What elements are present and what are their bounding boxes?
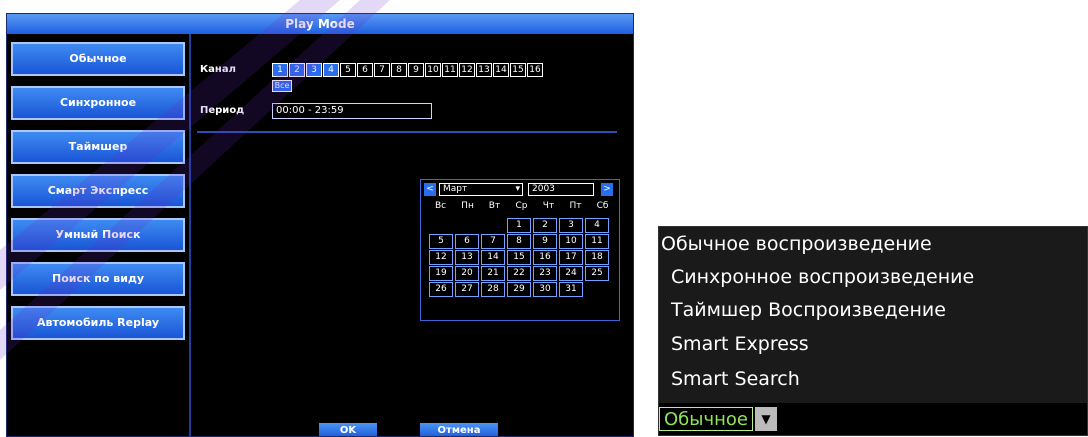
calendar-day[interactable]: 12 (429, 250, 453, 265)
channel-checkbox[interactable]: 1 (272, 63, 288, 77)
calendar-day[interactable]: 16 (533, 250, 557, 265)
weekday-header: Вс Пн Вт Ср Чт Пт Сб (427, 201, 617, 211)
play-mode-window: Play Mode Обычное Синхронное Таймшер Сма… (6, 13, 634, 437)
calendar-day[interactable]: 21 (481, 266, 505, 281)
play-mode-sidebar: Обычное Синхронное Таймшер Смарт Экспрес… (7, 34, 191, 436)
calendar-day[interactable]: 31 (559, 282, 583, 297)
channel-label: Канал (200, 64, 236, 75)
calendar-day[interactable]: 6 (455, 234, 479, 249)
calendar-day[interactable]: 17 (559, 250, 583, 265)
calendar-day[interactable]: 13 (455, 250, 479, 265)
calendar-day[interactable]: 4 (585, 218, 609, 233)
period-label: Период (200, 105, 245, 116)
calendar-day[interactable]: 11 (585, 234, 609, 249)
calendar-day[interactable]: 1 (507, 218, 531, 233)
weekday-label: Пт (569, 201, 582, 211)
channel-checkbox[interactable]: 15 (510, 63, 526, 77)
channel-checkbox[interactable]: 12 (459, 63, 475, 77)
year-input[interactable]: 2003 (528, 183, 594, 196)
month-select[interactable]: Март ▾ (439, 183, 523, 196)
prev-month-button[interactable]: < (424, 183, 436, 196)
sidebar-item-car-replay[interactable]: Автомобиль Replay (11, 306, 185, 340)
weekday-label: Вт (488, 201, 501, 211)
sidebar-item-normal[interactable]: Обычное (11, 42, 185, 76)
calendar-day[interactable]: 20 (455, 266, 479, 281)
calendar-day[interactable]: 5 (429, 234, 453, 249)
date-calendar: < Март ▾ 2003 > Вс Пн Вт Ср Чт Пт Сб 1234… (420, 179, 620, 321)
weekday-label: Сб (596, 201, 609, 211)
calendar-day[interactable]: 28 (481, 282, 505, 297)
chevron-down-icon[interactable]: ▼ (754, 407, 777, 431)
channel-checkbox[interactable]: 3 (306, 63, 322, 77)
window-title: Play Mode (7, 14, 633, 34)
channel-checkbox[interactable]: 8 (391, 63, 407, 77)
channel-checkbox[interactable]: 14 (493, 63, 509, 77)
calendar-day[interactable]: 25 (585, 266, 609, 281)
sidebar-item-timeshare[interactable]: Таймшер (11, 130, 185, 164)
channel-checkbox[interactable]: 6 (357, 63, 373, 77)
weekday-label: Чт (542, 201, 555, 211)
calendar-day[interactable]: 23 (533, 266, 557, 281)
calendar-day[interactable]: 7 (481, 234, 505, 249)
selected-value: Обычное (659, 407, 753, 431)
dropdown-option[interactable]: Smart Search (659, 364, 1087, 394)
weekday-label: Пн (461, 201, 474, 211)
calendar-days: 1 2 3 4 5 6 7 8 9 10 11 12 13 14 15 16 17 18 19 20 21 22 23 24 2… (429, 218, 617, 297)
dropdown-options: Обычное воспроизведение Синхронное воспр… (659, 227, 1087, 403)
calendar-day[interactable]: 3 (559, 218, 583, 233)
calendar-empty-cell (455, 218, 479, 233)
ok-button[interactable]: OK (319, 423, 377, 436)
channel-checkbox[interactable]: 5 (340, 63, 356, 77)
calendar-day[interactable]: 29 (507, 282, 531, 297)
channel-selector: 1 2 3 4 5 6 7 8 9 10 11 12 13 14 15 16 (272, 63, 543, 79)
calendar-empty-cell (429, 218, 453, 233)
channel-checkbox[interactable]: 4 (323, 63, 339, 77)
dropdown-option[interactable]: Обычное воспроизведение (659, 229, 1087, 259)
calendar-day[interactable]: 24 (559, 266, 583, 281)
weekday-label: Вс (434, 201, 447, 211)
calendar-day[interactable]: 9 (533, 234, 557, 249)
play-mode-dropdown: Обычное воспроизведение Синхронное воспр… (658, 226, 1088, 436)
next-month-button[interactable]: > (601, 183, 613, 196)
calendar-day[interactable]: 30 (533, 282, 557, 297)
sidebar-item-smart-search[interactable]: Умный Поиск (11, 218, 185, 252)
section-divider (197, 131, 617, 133)
calendar-day[interactable]: 18 (585, 250, 609, 265)
sidebar-item-sync[interactable]: Синхронное (11, 86, 185, 120)
dropdown-option[interactable]: Синхронное воспроизведение (659, 262, 1087, 292)
dropdown-option[interactable]: Таймшер Воспроизведение (659, 295, 1087, 325)
channel-checkbox[interactable]: 2 (289, 63, 305, 77)
calendar-day[interactable]: 27 (455, 282, 479, 297)
cancel-button[interactable]: Отмена (420, 423, 498, 436)
calendar-day[interactable]: 19 (429, 266, 453, 281)
calendar-day[interactable]: 10 (559, 234, 583, 249)
calendar-empty-cell (481, 218, 505, 233)
calendar-day[interactable]: 8 (507, 234, 531, 249)
play-mode-select[interactable]: Обычное ▼ (659, 405, 777, 433)
calendar-day[interactable]: 22 (507, 266, 531, 281)
month-value: Март (443, 184, 468, 194)
calendar-day[interactable]: 2 (533, 218, 557, 233)
all-channels-button[interactable]: Все (272, 80, 292, 92)
channel-checkbox[interactable]: 11 (442, 63, 458, 77)
sidebar-item-smart-express[interactable]: Смарт Экспресс (11, 174, 185, 208)
calendar-day[interactable]: 14 (481, 250, 505, 265)
dropdown-option[interactable]: Smart Express (659, 329, 1087, 359)
channel-checkbox[interactable]: 10 (425, 63, 441, 77)
sidebar-item-search-view[interactable]: Поиск по виду (11, 262, 185, 296)
weekday-label: Ср (515, 201, 528, 211)
channel-checkbox[interactable]: 7 (374, 63, 390, 77)
calendar-day[interactable]: 26 (429, 282, 453, 297)
calendar-day[interactable]: 15 (507, 250, 531, 265)
channel-checkbox[interactable]: 13 (476, 63, 492, 77)
channel-checkbox[interactable]: 16 (527, 63, 543, 77)
chevron-down-icon: ▾ (515, 184, 520, 194)
channel-checkbox[interactable]: 9 (408, 63, 424, 77)
period-input[interactable]: 00:00 - 23:59 (272, 103, 432, 119)
